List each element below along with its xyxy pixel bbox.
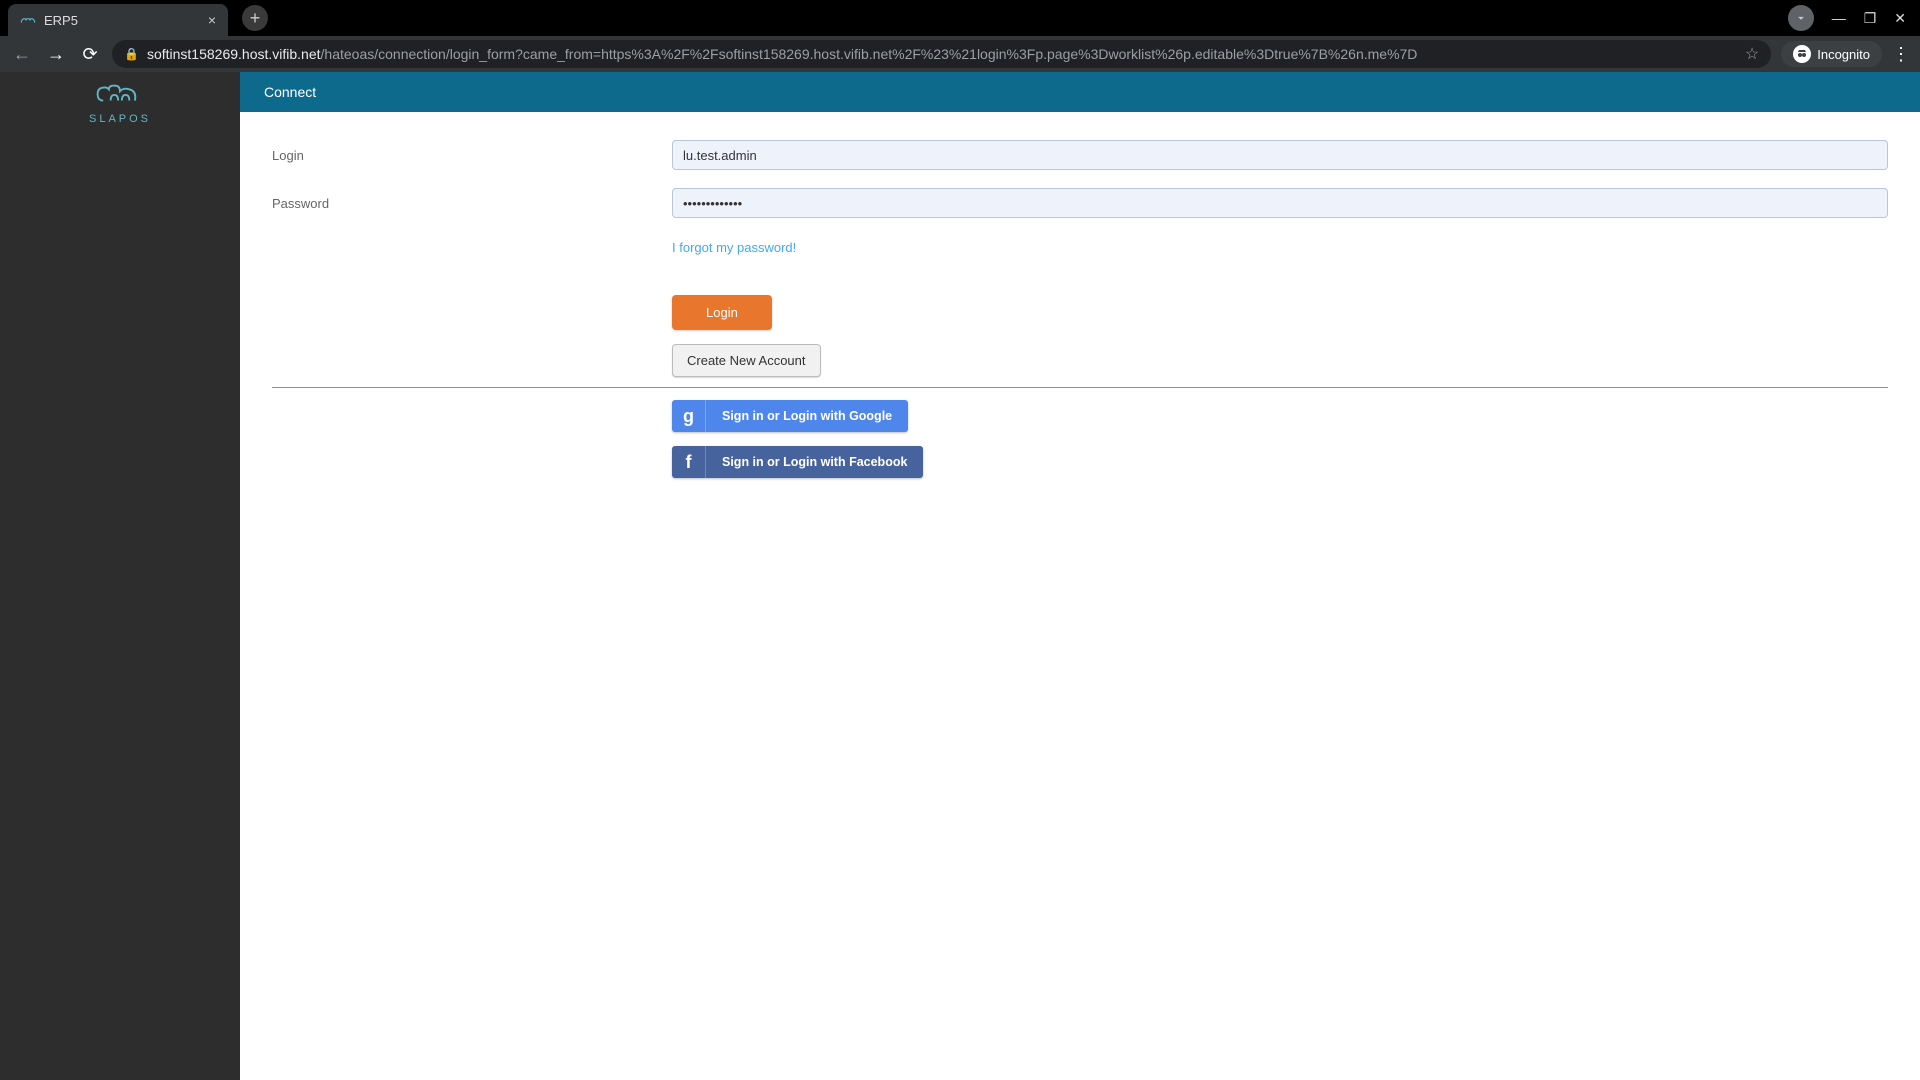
minimize-icon[interactable]: ― xyxy=(1832,10,1846,26)
login-input[interactable] xyxy=(672,140,1888,170)
app-root: SLAPOS Connect Login Password I forgot m… xyxy=(0,72,1920,1080)
bookmark-star-icon[interactable]: ☆ xyxy=(1745,44,1759,64)
facebook-icon: f xyxy=(672,446,706,478)
section-divider xyxy=(272,387,1888,388)
browser-chrome: ERP5 × + ― ❐ ✕ ← → ⟳ 🔒 softinst158269.ho… xyxy=(0,0,1920,72)
close-window-icon[interactable]: ✕ xyxy=(1894,10,1906,27)
logo-cloud-icon xyxy=(92,80,148,108)
main: Connect Login Password I forgot my passw… xyxy=(240,72,1920,1080)
maximize-icon[interactable]: ❐ xyxy=(1864,10,1877,27)
url-field[interactable]: 🔒 softinst158269.host.vifib.net /hateoas… xyxy=(112,40,1771,68)
password-label: Password xyxy=(272,196,672,211)
window-controls: ― ❐ ✕ xyxy=(1788,5,1920,31)
incognito-badge[interactable]: Incognito xyxy=(1781,41,1882,67)
browser-tab[interactable]: ERP5 × xyxy=(8,4,228,36)
reload-icon[interactable]: ⟳ xyxy=(78,44,102,65)
login-label: Login xyxy=(272,148,672,163)
tab-close-icon[interactable]: × xyxy=(208,12,216,28)
lock-icon: 🔒 xyxy=(124,47,139,61)
address-bar: ← → ⟳ 🔒 softinst158269.host.vifib.net /h… xyxy=(0,36,1920,72)
google-signin-button[interactable]: g Sign in or Login with Google xyxy=(672,400,908,432)
facebook-signin-label: Sign in or Login with Facebook xyxy=(706,446,923,478)
page-header: Connect xyxy=(240,72,1920,112)
password-input[interactable] xyxy=(672,188,1888,218)
logo: SLAPOS xyxy=(89,80,151,125)
google-signin-label: Sign in or Login with Google xyxy=(706,400,908,432)
sidebar: SLAPOS xyxy=(0,72,240,1080)
incognito-icon xyxy=(1793,45,1811,63)
tab-strip: ERP5 × + ― ❐ ✕ xyxy=(0,0,1920,36)
tab-favicon-icon xyxy=(20,12,36,28)
google-icon: g xyxy=(672,400,706,432)
new-tab-button[interactable]: + xyxy=(242,5,268,31)
facebook-signin-button[interactable]: f Sign in or Login with Facebook xyxy=(672,446,923,478)
url-host: softinst158269.host.vifib.net xyxy=(147,46,321,62)
forgot-password-link[interactable]: I forgot my password! xyxy=(672,240,796,255)
login-row: Login xyxy=(272,140,1888,170)
profile-icon[interactable] xyxy=(1788,5,1814,31)
incognito-label: Incognito xyxy=(1817,47,1870,62)
back-icon[interactable]: ← xyxy=(10,44,34,65)
login-button[interactable]: Login xyxy=(672,295,772,330)
url-path: /hateoas/connection/login_form?came_from… xyxy=(321,46,1418,62)
create-account-button[interactable]: Create New Account xyxy=(672,344,821,377)
browser-menu-icon[interactable]: ⋮ xyxy=(1892,44,1910,65)
logo-text: SLAPOS xyxy=(89,113,151,125)
tab-title: ERP5 xyxy=(44,13,200,28)
page-title: Connect xyxy=(264,84,316,100)
forward-icon[interactable]: → xyxy=(44,44,68,65)
password-row: Password xyxy=(272,188,1888,218)
login-form: Login Password I forgot my password! Log… xyxy=(240,112,1920,492)
